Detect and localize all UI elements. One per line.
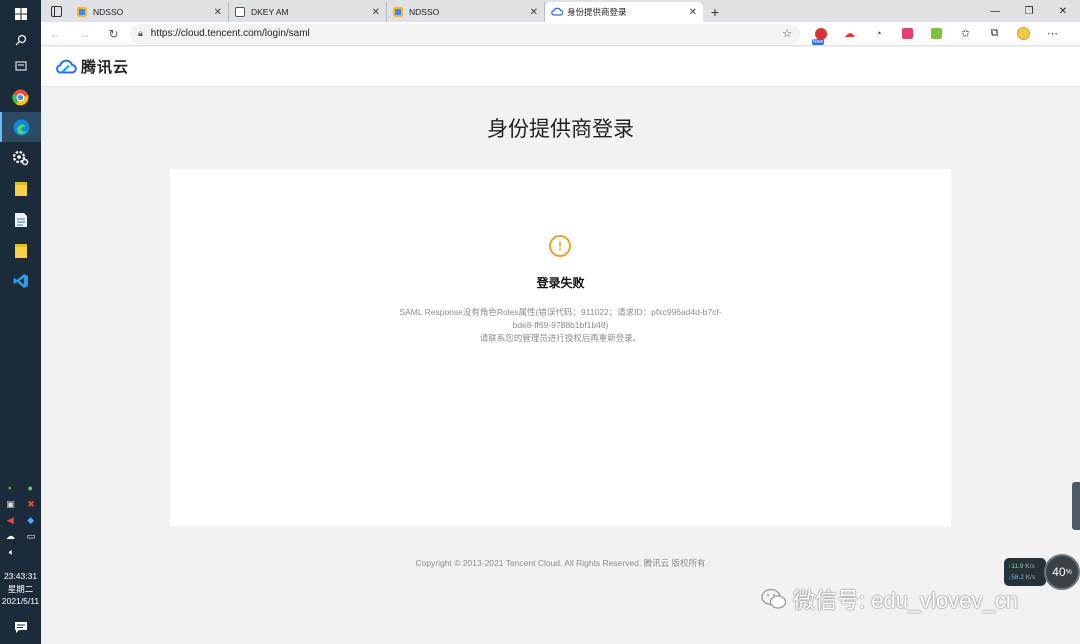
monitor-icon[interactable]: ▭: [27, 531, 36, 542]
flag-icon[interactable]: ◀: [7, 515, 14, 526]
forward-icon[interactable]: →: [70, 22, 99, 46]
clock-date: 2021/5/11: [1, 596, 40, 606]
cpu-value: 40: [1052, 565, 1066, 579]
tab-idp-login[interactable]: 身份提供商登录 ✕: [545, 2, 703, 22]
close-window-icon[interactable]: ✕: [1046, 0, 1080, 22]
nvidia-icon[interactable]: ▪: [8, 483, 11, 493]
wechat-watermark: 微信号: edu_vlovev_cn: [761, 583, 1018, 615]
tab-ndsso-2[interactable]: NDSSO ✕: [387, 2, 545, 22]
extension-new-icon[interactable]: New: [806, 22, 835, 46]
volume-icon[interactable]: 🔈︎: [9, 547, 14, 558]
logo-text[interactable]: 腾讯云: [81, 56, 129, 77]
windows-start-icon[interactable]: [0, 0, 41, 28]
close-tab-icon[interactable]: ✕: [214, 7, 222, 18]
wechat-icon: [761, 588, 787, 609]
watermark-text: 微信号: edu_vlovev_cn: [793, 588, 1018, 613]
net-upload: ↑11.9: [1008, 563, 1024, 570]
edge-icon[interactable]: [0, 112, 41, 142]
speed-extension-icon[interactable]: ◔: [864, 22, 893, 46]
tab-dkey-am[interactable]: DKEY AM ✕: [229, 2, 387, 22]
cloud-icon[interactable]: ☁: [6, 531, 15, 542]
net-download: ↓58.2: [1008, 574, 1024, 581]
lock-icon[interactable]: 🔒︎: [138, 28, 143, 39]
system-tray: ▪ ● ▣ ✖ ◀ ◆ ☁ ▭ 🔈︎: [0, 480, 41, 560]
cpu-unit: %: [1065, 568, 1072, 576]
search-icon[interactable]: [0, 26, 41, 54]
error-title: 登录失败: [536, 276, 585, 290]
network-blocked-icon[interactable]: ✖: [27, 499, 35, 510]
tab-strip: NDSSO ✕ DKEY AM ✕ NDSSO ✕ 身份提供商登录 ✕ + — …: [41, 0, 1080, 22]
tab-title: NDSSO: [93, 7, 124, 17]
favorites-icon[interactable]: ✩: [951, 22, 980, 46]
page-title: 身份提供商登录: [487, 118, 634, 141]
tab-ndsso-1[interactable]: NDSSO ✕: [71, 2, 229, 22]
back-icon[interactable]: ←: [41, 22, 70, 46]
error-message: SAML Response没有角色Roles属性(错误代码：911022；请求I…: [380, 306, 741, 345]
defender-shield-icon[interactable]: ◆: [27, 515, 34, 526]
page-content: 腾讯云 身份提供商登录 ! 登录失败 SAML Response没有角色Role…: [41, 47, 1080, 644]
app-tray-icon[interactable]: ▣: [6, 499, 15, 510]
refresh-icon[interactable]: ↻: [99, 22, 128, 46]
clock-time: 23:43:31: [3, 571, 38, 581]
new-badge: New: [812, 38, 825, 45]
error-message-line: SAML Response没有角色Roles属性(错误代码：911022；请求I…: [399, 307, 722, 317]
sticky-notes-icon[interactable]: [0, 174, 41, 204]
close-tab-icon[interactable]: ✕: [372, 7, 380, 18]
clock-weekday: 星期二: [7, 583, 34, 594]
network-speed-box: ↑11.9 K/s ↓58.2 K/s: [1004, 558, 1046, 586]
error-message-line: 请联系您的管理员进行授权后再重新登录。: [479, 333, 642, 343]
sidebar-handle[interactable]: [1072, 482, 1080, 530]
page-favicon-icon: [235, 7, 245, 17]
document-icon[interactable]: [0, 205, 41, 235]
vscode-icon[interactable]: [0, 266, 41, 296]
error-card: ! 登录失败 SAML Response没有角色Roles属性(错误代码：911…: [170, 169, 951, 526]
task-view-icon[interactable]: [0, 52, 41, 80]
error-message-line: bde8-ff69-9788b1bf1b48): [512, 320, 609, 330]
close-tab-icon[interactable]: ✕: [689, 7, 697, 18]
net-unit: K/s: [1025, 574, 1036, 581]
window-controls: — ❐ ✕: [978, 0, 1080, 22]
ndsso-favicon-icon: [393, 7, 403, 17]
cloud-extension-icon[interactable]: ☁: [835, 22, 864, 46]
url-text[interactable]: https://cloud.tencent.com/login/saml: [151, 28, 782, 39]
warning-icon: !: [549, 235, 571, 257]
tab-title: 身份提供商登录: [567, 7, 627, 17]
profile-avatar[interactable]: [1009, 22, 1038, 46]
cpu-usage-gauge: 40%: [1044, 554, 1080, 590]
tencent-cloud-logo-icon[interactable]: [55, 59, 77, 75]
chrome-icon[interactable]: [0, 82, 41, 112]
tencent-cloud-favicon-icon: [551, 7, 564, 17]
clock[interactable]: 23:43:31 星期二 2021/5/11: [0, 570, 41, 608]
green-extension-icon[interactable]: [922, 22, 951, 46]
tab-actions-icon[interactable]: [41, 0, 71, 22]
tab-title: DKEY AM: [251, 7, 289, 17]
restore-icon[interactable]: ❐: [1012, 0, 1046, 22]
more-menu-icon[interactable]: ⋯: [1038, 22, 1067, 46]
close-tab-icon[interactable]: ✕: [530, 7, 538, 18]
network-monitor-widget[interactable]: ↑11.9 K/s ↓58.2 K/s 40%: [1004, 554, 1080, 590]
add-favorite-icon[interactable]: ☆: [782, 27, 792, 40]
address-bar: ← → ↻ 🔒︎ https://cloud.tencent.com/login…: [41, 22, 1080, 46]
tab-title: NDSSO: [409, 7, 440, 17]
windows-taskbar: ▪ ● ▣ ✖ ◀ ◆ ☁ ▭ 🔈︎ 23:43:31 星期二 2021/5/1…: [0, 0, 41, 644]
ndsso-favicon-icon: [77, 7, 87, 17]
sticky-notes-2-icon[interactable]: [0, 236, 41, 266]
notification-center-icon[interactable]: [0, 614, 41, 640]
net-unit: K/s: [1025, 563, 1035, 570]
minimize-icon[interactable]: —: [978, 0, 1012, 22]
collections-icon[interactable]: ⧉: [980, 22, 1009, 46]
settings-icon[interactable]: [0, 142, 41, 172]
extensions-bar: New ☁ ◔ ✩ ⧉ ⋯: [806, 22, 1067, 46]
new-tab-button[interactable]: +: [703, 2, 727, 22]
edge-tray-icon[interactable]: ●: [27, 483, 32, 493]
copyright-footer: Copyright © 2013-2021 Tencent Cloud. All…: [415, 558, 706, 568]
url-input[interactable]: 🔒︎ https://cloud.tencent.com/login/saml …: [130, 23, 800, 44]
browser-window: NDSSO ✕ DKEY AM ✕ NDSSO ✕ 身份提供商登录 ✕ + — …: [41, 0, 1080, 644]
site-header: 腾讯云: [41, 47, 1080, 87]
pink-extension-icon[interactable]: [893, 22, 922, 46]
